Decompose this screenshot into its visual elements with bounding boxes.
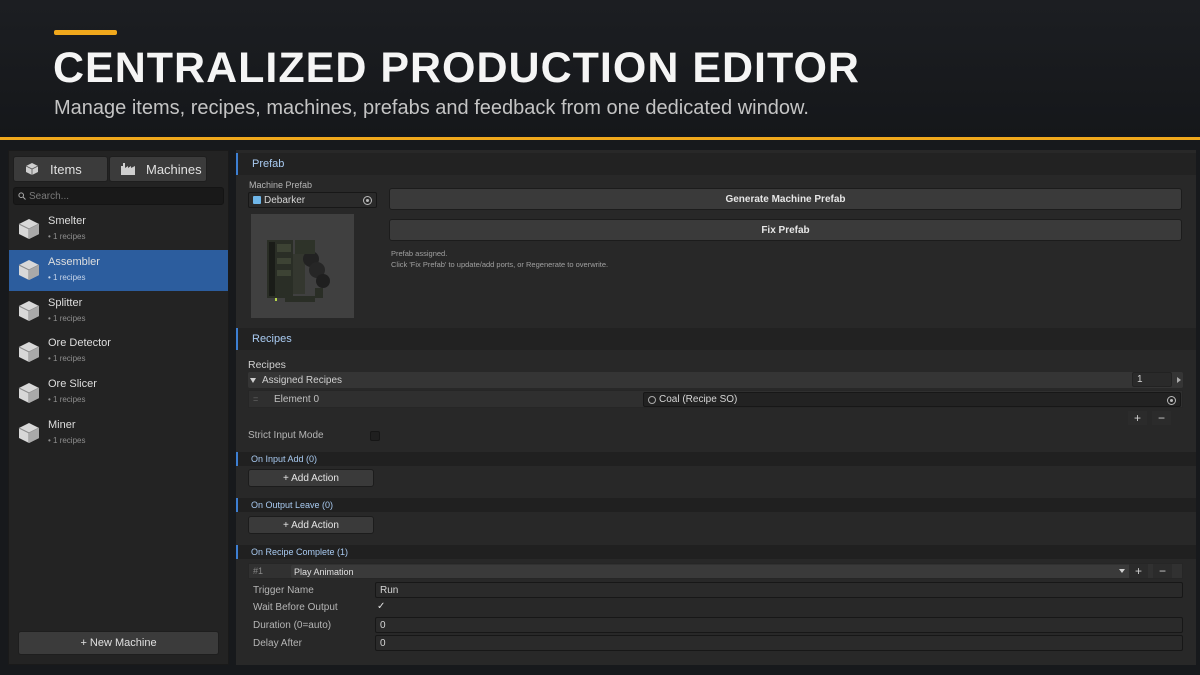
search-placeholder: Search... bbox=[29, 190, 70, 202]
tab-items-label: Items bbox=[50, 161, 82, 177]
wait-before-output-checkbox[interactable]: ✓ bbox=[377, 601, 389, 613]
add-element-button[interactable]: + bbox=[1128, 411, 1147, 425]
duration-value: 0 bbox=[380, 619, 386, 631]
array-arrow-right-icon bbox=[1177, 377, 1181, 383]
item-recipe-count: • 1 recipes bbox=[48, 313, 86, 323]
duration-input[interactable]: 0 bbox=[375, 617, 1183, 633]
tab-machines[interactable]: Machines bbox=[109, 156, 207, 182]
item-recipe-count: • 1 recipes bbox=[48, 272, 86, 282]
banner-header: CENTRALIZED PRODUCTION EDITOR Manage ite… bbox=[0, 0, 1200, 140]
list-item[interactable]: Splitter • 1 recipes bbox=[9, 291, 228, 332]
cube-icon bbox=[18, 260, 40, 281]
cube-icon bbox=[18, 341, 40, 362]
item-recipe-count: • 1 recipes bbox=[48, 395, 86, 405]
item-recipe-count: • 1 recipes bbox=[48, 354, 86, 364]
duration-label: Duration (0=auto) bbox=[253, 620, 332, 631]
list-item-selected[interactable]: Assembler • 1 recipes bbox=[9, 249, 228, 291]
item-name: Smelter bbox=[48, 215, 86, 227]
machine-prefab-value: Debarker bbox=[264, 194, 306, 206]
recipe-object-value: Coal (Recipe SO) bbox=[659, 394, 738, 405]
cube-icon bbox=[18, 300, 40, 321]
action-type-value: Play Animation bbox=[294, 566, 354, 577]
foldout-arrow-icon bbox=[250, 377, 256, 383]
remove-action-list-button[interactable]: − bbox=[1153, 564, 1172, 578]
recipes-label: Recipes bbox=[248, 359, 286, 371]
section-prefab[interactable]: Prefab bbox=[236, 153, 1196, 175]
strict-input-mode-label: Strict Input Mode bbox=[248, 430, 324, 441]
action-index: #1 bbox=[253, 566, 264, 576]
section-on-recipe-complete[interactable]: On Recipe Complete (1) bbox=[236, 545, 1196, 559]
add-action-button-output[interactable]: + Add Action bbox=[248, 516, 374, 534]
list-item[interactable]: Smelter • 1 recipes bbox=[9, 209, 228, 250]
list-item[interactable]: Ore Slicer • 1 recipes bbox=[9, 372, 228, 413]
banner-title: CENTRALIZED PRODUCTION EDITOR bbox=[53, 44, 860, 92]
object-picker-icon[interactable] bbox=[363, 196, 372, 205]
item-name: Assembler bbox=[48, 255, 100, 268]
trigger-name-input[interactable]: Run bbox=[375, 582, 1183, 598]
item-recipe-count: • 1 recipes bbox=[48, 232, 86, 241]
object-picker-icon[interactable] bbox=[1167, 396, 1176, 405]
banner-subtitle: Manage items, recipes, machines, prefabs… bbox=[54, 97, 809, 119]
inspector-panel: Prefab Machine Prefab Debarker Generate … bbox=[236, 150, 1196, 665]
prefab-object-icon bbox=[253, 196, 261, 204]
accent-bar bbox=[54, 30, 117, 35]
search-icon bbox=[18, 192, 26, 200]
recipe-element-row: = Element 0 Coal (Recipe SO) bbox=[248, 390, 1183, 408]
list-item[interactable]: Ore Detector • 1 recipes bbox=[9, 331, 228, 372]
item-name: Miner bbox=[48, 418, 76, 431]
app-root: CENTRALIZED PRODUCTION EDITOR Manage ite… bbox=[0, 0, 1200, 675]
item-name: Ore Detector bbox=[48, 337, 111, 350]
wait-before-output-label: Wait Before Output bbox=[253, 602, 338, 613]
drag-handle-icon[interactable]: = bbox=[253, 394, 261, 404]
factory-icon bbox=[120, 161, 136, 177]
cube-icon bbox=[18, 219, 40, 240]
new-machine-button[interactable]: + New Machine bbox=[18, 631, 219, 655]
remove-element-button[interactable]: − bbox=[1152, 411, 1171, 425]
delay-after-input[interactable]: 0 bbox=[375, 635, 1183, 651]
trigger-name-label: Trigger Name bbox=[253, 585, 314, 596]
machine-list: Smelter • 1 recipes Assembler • 1 recipe… bbox=[9, 209, 228, 454]
section-recipes[interactable]: Recipes bbox=[236, 328, 1196, 350]
chevron-down-icon bbox=[1119, 569, 1125, 573]
array-size-field[interactable]: 1 bbox=[1132, 372, 1172, 387]
assigned-recipes-foldout[interactable]: Assigned Recipes 1 bbox=[248, 372, 1183, 388]
fix-prefab-button[interactable]: Fix Prefab bbox=[389, 219, 1182, 241]
section-on-input-add[interactable]: On Input Add (0) bbox=[236, 452, 1196, 466]
machine-prefab-field[interactable]: Debarker bbox=[248, 192, 377, 208]
header-divider bbox=[0, 137, 1200, 140]
cube-icon bbox=[18, 423, 40, 444]
prefab-status-note: Prefab assigned. bbox=[391, 249, 448, 258]
generate-machine-prefab-button[interactable]: Generate Machine Prefab bbox=[389, 188, 1182, 210]
action-type-dropdown[interactable]: Play Animation bbox=[291, 565, 1131, 578]
machine-prefab-label: Machine Prefab bbox=[249, 180, 313, 190]
section-on-output-leave[interactable]: On Output Leave (0) bbox=[236, 498, 1196, 512]
strict-input-mode-checkbox[interactable] bbox=[370, 431, 380, 441]
list-item[interactable]: Miner • 1 recipes bbox=[9, 413, 228, 454]
recipe-so-icon bbox=[648, 395, 656, 404]
prefab-preview-image bbox=[251, 214, 354, 318]
add-action-button-input[interactable]: + Add Action bbox=[248, 469, 374, 487]
checkmark-icon: ✓ bbox=[377, 601, 386, 612]
cube-icon bbox=[24, 161, 40, 177]
recipe-object-field[interactable]: Coal (Recipe SO) bbox=[643, 392, 1181, 407]
assigned-recipes-label: Assigned Recipes bbox=[262, 374, 343, 386]
delay-after-label: Delay After bbox=[253, 638, 302, 649]
search-input[interactable]: Search... bbox=[13, 187, 224, 205]
trigger-name-value: Run bbox=[380, 584, 399, 596]
item-name: Ore Slicer bbox=[48, 378, 97, 391]
item-name: Splitter bbox=[48, 296, 83, 309]
prefab-help-note: Click 'Fix Prefab' to update/add ports, … bbox=[391, 260, 609, 269]
tab-machines-label: Machines bbox=[146, 161, 202, 177]
action-row: #1 Play Animation bbox=[248, 563, 1183, 579]
machine-list-panel: Items Machines Search... Smelter • 1 rec… bbox=[8, 150, 229, 665]
tab-items[interactable]: Items bbox=[13, 156, 108, 182]
item-recipe-count: • 1 recipes bbox=[48, 435, 86, 445]
add-action-list-button[interactable]: + bbox=[1129, 564, 1148, 578]
cube-icon bbox=[18, 382, 40, 403]
array-size-value: 1 bbox=[1137, 374, 1143, 385]
element-label: Element 0 bbox=[274, 393, 320, 405]
delay-after-value: 0 bbox=[380, 637, 386, 649]
